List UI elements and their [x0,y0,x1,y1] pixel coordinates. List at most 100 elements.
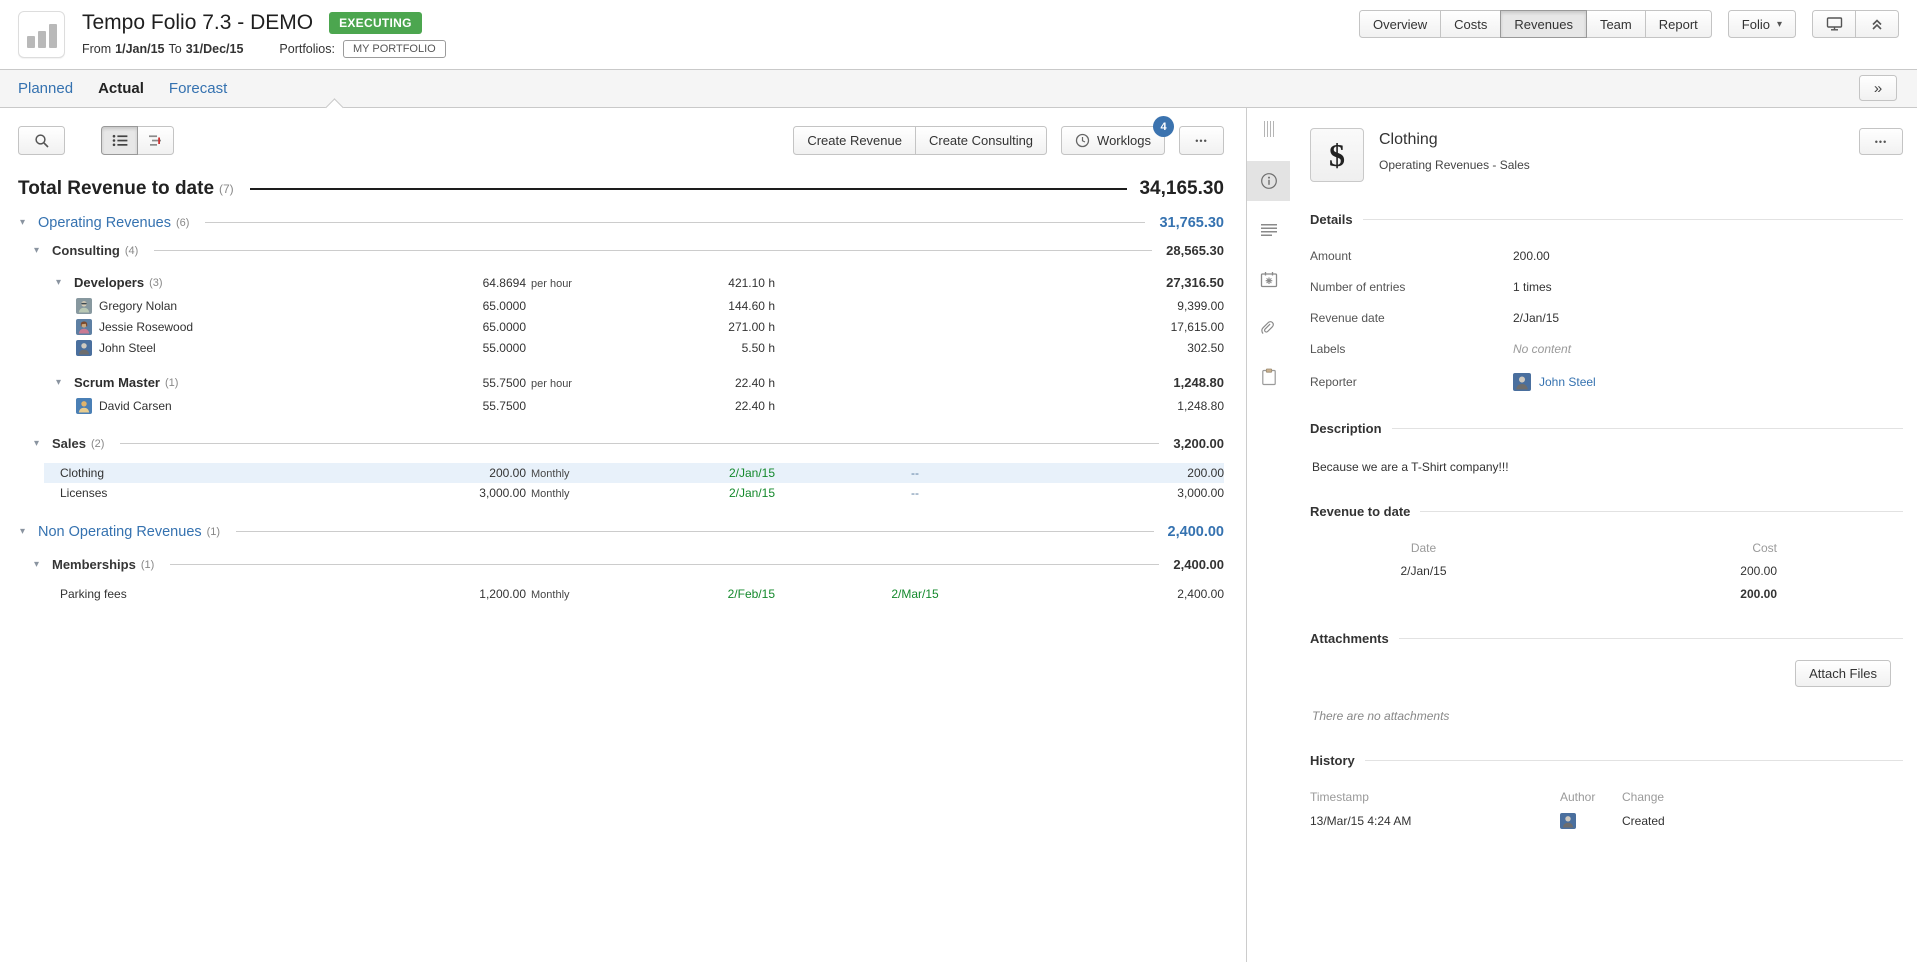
table-row-developers[interactable]: ▾ Developers (3) 64.8694per hour 421.10 … [0,270,1224,295]
create-consulting-button[interactable]: Create Consulting [915,126,1047,155]
column-header-cost: Cost [1537,541,1777,555]
reporter-link[interactable]: John Steel [1539,375,1596,389]
section-rule [1399,638,1903,639]
user-avatar [76,340,92,356]
table-row-total[interactable]: Total Revenue to date (7) 34,165.30 [0,171,1224,207]
collapse-triangle-icon[interactable]: ▾ [56,277,74,288]
row-value: 28,565.30 [1166,243,1224,258]
table-row-jessie-rosewood[interactable]: Jessie Rosewood 65.0000 271.00 h 17,615.… [0,316,1224,337]
table-row-david-carsen[interactable]: David Carsen 55.7500 22.40 h 1,248.80 [0,395,1224,416]
expand-panel-button[interactable]: » [1859,75,1897,101]
panel-drag-handle[interactable] [1264,121,1274,137]
user-avatar [76,319,92,335]
row-label[interactable]: Non Operating Revenues [38,524,202,540]
start-date: 2/Jan/15 [593,486,785,500]
section-heading: Revenue to date [1310,504,1410,519]
attachments-section-button[interactable] [1247,308,1290,348]
collapse-triangle-icon[interactable]: ▾ [34,438,52,449]
table-row-parking-fees[interactable]: Parking fees 1,200.00Monthly 2/Feb/15 2/… [0,584,1224,604]
calendar-icon [1260,271,1278,288]
cell-timestamp: 13/Mar/15 4:24 AM [1310,814,1560,828]
description-section-button[interactable] [1247,210,1290,250]
row-label: Licenses [60,486,107,500]
field-label: Reporter [1310,375,1513,389]
rate-unit: per hour [526,278,593,290]
table-row-john-steel[interactable]: John Steel 55.0000 5.50 h 302.50 [0,337,1224,358]
table-row-memberships[interactable]: ▾ Memberships (1) 2,400.00 [0,552,1224,577]
tab-team[interactable]: Team [1586,10,1646,38]
collapse-triangle-icon[interactable]: ▾ [56,377,74,388]
table-row-gregory-nolan[interactable]: Gregory Nolan 65.0000 144.60 h 9,399.00 [0,295,1224,316]
row-label: Sales [52,436,86,451]
cell-change: Created [1622,814,1903,828]
row-value: 200.00 [1005,466,1224,480]
toolbar-more-button[interactable]: ••• [1179,126,1224,155]
table-total-row: 200.00 [1310,587,1777,601]
end-date: -- [785,466,1005,480]
reporter-avatar [1513,373,1531,391]
detail-subtitle: Operating Revenues - Sales [1379,158,1530,172]
collapse-triangle-icon[interactable]: ▾ [20,526,38,537]
details-section: Details Amount 200.00 Number of entries … [1310,212,1903,391]
view-tab-forecast[interactable]: Forecast [169,80,227,97]
rate-unit: per hour [526,378,593,390]
view-tab-actual[interactable]: Actual [98,80,144,97]
row-label[interactable]: Operating Revenues [38,215,171,231]
attach-files-button[interactable]: Attach Files [1795,660,1891,687]
field-label: Labels [1310,342,1513,356]
table-row-sales[interactable]: ▾ Sales (2) 3,200.00 [0,431,1224,456]
tab-revenues[interactable]: Revenues [1500,10,1587,38]
collapse-triangle-icon[interactable]: ▾ [20,217,38,228]
folio-dropdown-button[interactable]: Folio▾ [1728,10,1796,38]
rate-value: 1,200.00 [353,587,526,601]
collapse-triangle-icon[interactable]: ▾ [34,559,52,570]
row-rule [170,564,1159,565]
portfolio-badge[interactable]: MY PORTFOLIO [343,40,446,58]
attachments-empty-text: There are no attachments [1310,709,1903,723]
start-date: 2/Jan/15 [593,466,785,480]
tab-overview[interactable]: Overview [1359,10,1441,38]
table-row-operating-revenues[interactable]: ▾ Operating Revenues (6) 31,765.30 [0,209,1224,236]
info-icon [1260,172,1278,190]
revenue-to-date-section-button[interactable] [1247,259,1290,299]
row-rule [205,222,1145,223]
view-tab-planned[interactable]: Planned [18,80,73,97]
table-row-clothing[interactable]: Clothing 200.00Monthly 2/Jan/15 -- 200.0… [0,463,1224,483]
table-row-non-operating-revenues[interactable]: ▾ Non Operating Revenues (1) 2,400.00 [0,518,1224,545]
list-view-toggle[interactable] [101,126,138,155]
collapse-triangle-icon[interactable]: ▾ [34,245,52,256]
worklogs-button[interactable]: Worklogs [1061,126,1165,155]
collapse-header-button[interactable] [1855,10,1899,38]
row-count: (1) [207,526,220,538]
top-header: Tempo Folio 7.3 - DEMO EXECUTING From 1/… [0,0,1917,70]
row-label: Total Revenue to date [18,178,214,200]
table-row-licenses[interactable]: Licenses 3,000.00Monthly 2/Jan/15 -- 3,0… [0,483,1224,503]
timeline-view-toggle[interactable] [137,126,174,155]
row-count: (1) [141,559,154,571]
table-row-scrum-master[interactable]: ▾ Scrum Master (1) 55.7500per hour 22.40… [0,370,1224,395]
search-icon [34,133,50,149]
presentation-mode-button[interactable] [1812,10,1856,38]
table-row-consulting[interactable]: ▾ Consulting (4) 28,565.30 [0,238,1224,263]
dollar-glyph: $ [1329,137,1345,174]
details-section-button[interactable] [1247,161,1290,201]
tab-report[interactable]: Report [1645,10,1712,38]
double-chevron-up-icon [1870,18,1884,31]
search-button[interactable] [18,126,65,155]
field-value: 1 times [1513,280,1552,294]
revenue-tree-table: Total Revenue to date (7) 34,165.30 ▾ Op… [0,171,1224,604]
detail-more-button[interactable]: ••• [1859,128,1903,155]
author-avatar [1560,813,1576,829]
create-revenue-button[interactable]: Create Revenue [793,126,916,155]
row-rule [250,188,1128,190]
toolbar: Create Revenue Create Consulting Worklog… [0,126,1224,155]
history-section-button[interactable] [1247,357,1290,397]
list-icon [112,134,128,147]
revenue-to-date-section: Revenue to date Date Cost 2/Jan/15 200.0… [1310,504,1903,601]
tab-costs[interactable]: Costs [1440,10,1501,38]
field-number-of-entries: Number of entries 1 times [1310,280,1903,294]
row-label: Clothing [60,466,104,480]
row-rule [154,250,1152,251]
row-value: 34,165.30 [1139,178,1224,200]
row-label: Parking fees [60,587,127,601]
